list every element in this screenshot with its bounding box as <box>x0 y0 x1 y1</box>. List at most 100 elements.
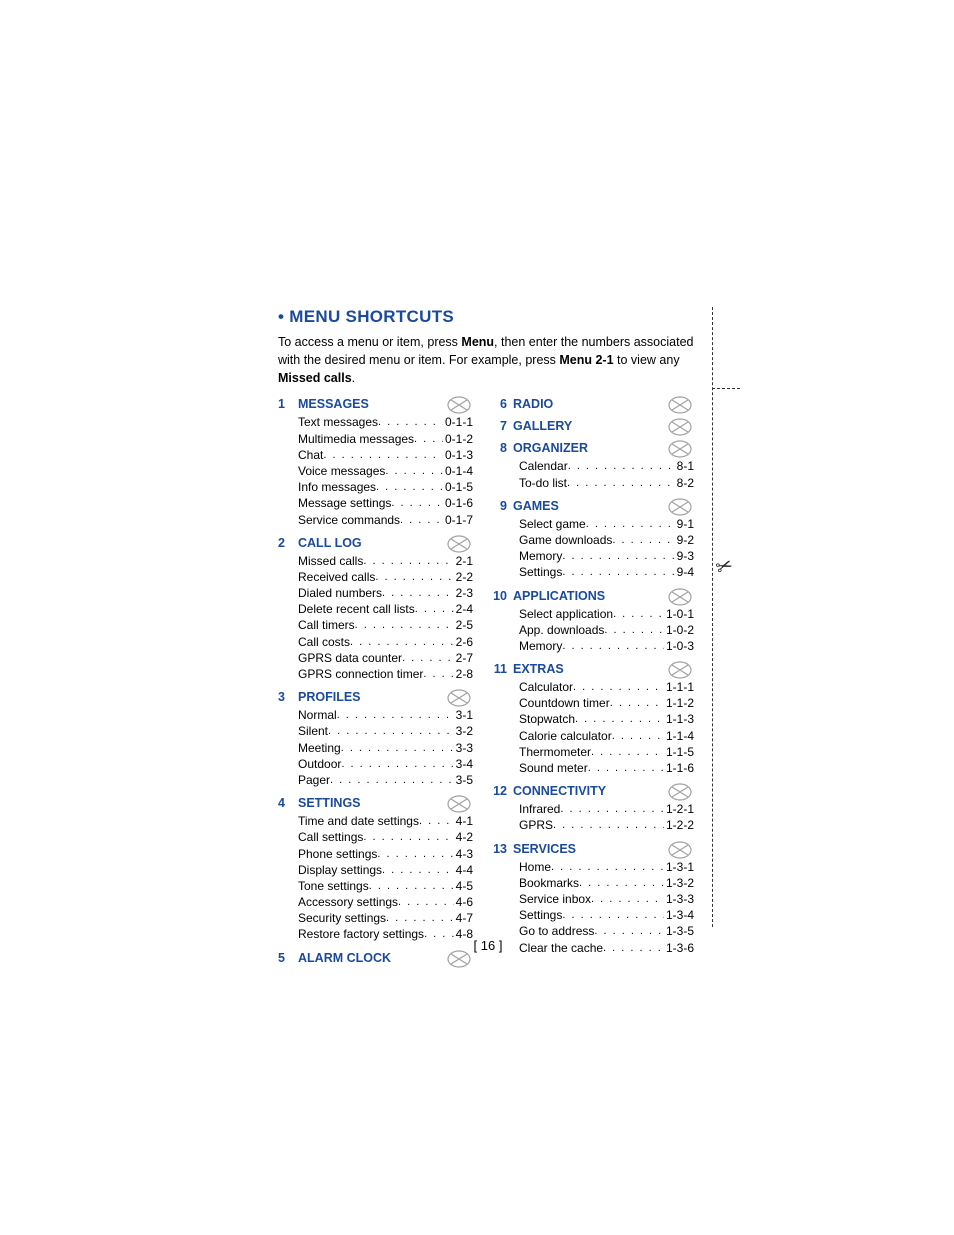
menu-item: Accessory settings4-6 <box>298 894 473 910</box>
item-label: Phone settings <box>298 846 377 862</box>
dot-leader <box>612 533 674 549</box>
item-label: Calorie calculator <box>519 728 612 744</box>
item-label: Select application <box>519 606 613 622</box>
menu-item: Display settings4-4 <box>298 862 473 878</box>
right-column: 6RADIO7GALLERY8ORGANIZERCalendar8-1To-do… <box>499 397 694 972</box>
section-number: 11 <box>493 662 513 676</box>
item-label: Select game <box>519 516 586 532</box>
item-code: 1-1-2 <box>664 695 694 711</box>
section-items: Normal3-1Silent3-2Meeting3-3Outdoor3-4Pa… <box>278 707 473 788</box>
menu-item: Chat 0-1-3 <box>298 447 473 463</box>
menu-item: Select game9-1 <box>519 516 694 532</box>
item-code: 0-1-3 <box>443 447 473 463</box>
section-header: 11EXTRAS <box>499 662 694 676</box>
call-log-icon <box>445 533 473 555</box>
dot-leader <box>562 565 674 581</box>
menu-section: 11EXTRAS Calculator1-1-1Countdown timer1-… <box>499 662 694 776</box>
dot-leader <box>376 480 443 496</box>
dot-leader <box>363 830 453 846</box>
dot-leader <box>612 729 664 745</box>
menu-section: 6RADIO <box>499 397 694 411</box>
menu-section: 8ORGANIZERCalendar8-1To-do list8-2 <box>499 441 694 490</box>
connectivity-icon <box>666 781 694 803</box>
item-code: 1-2-2 <box>664 817 694 833</box>
menu-item: Game downloads9-2 <box>519 532 694 548</box>
item-label: Info messages <box>298 479 376 495</box>
menu-item: Countdown timer1-1-2 <box>519 695 694 711</box>
menu-item: Calendar8-1 <box>519 458 694 474</box>
item-code: 9-4 <box>675 564 694 580</box>
item-label: Security settings <box>298 910 386 926</box>
item-code: 1-0-2 <box>664 622 694 638</box>
menu-section: 1MESSAGESText messages0-1-1Multimedia me… <box>278 397 473 527</box>
section-items: Select game9-1Game downloads9-2Memory9-3… <box>499 516 694 581</box>
gallery-icon <box>666 416 694 438</box>
menu-item: Pager3-5 <box>298 772 473 788</box>
menu-item: GPRS1-2-2 <box>519 817 694 833</box>
menu-section: 4SETTINGSTime and date settings4-1Call s… <box>278 796 473 943</box>
item-label: App. downloads <box>519 622 604 638</box>
item-code: 1-1-4 <box>664 728 694 744</box>
left-column: 1MESSAGESText messages0-1-1Multimedia me… <box>278 397 473 972</box>
section-header: 1MESSAGES <box>278 397 473 411</box>
dot-leader <box>391 496 443 512</box>
dot-leader <box>378 415 443 431</box>
item-code: 3-1 <box>454 707 473 723</box>
item-label: Text messages <box>298 414 378 430</box>
menu-item: Message settings0-1-6 <box>298 495 473 511</box>
dot-leader <box>560 802 664 818</box>
item-code: 9-2 <box>675 532 694 548</box>
item-code: 2-6 <box>454 634 473 650</box>
item-code: 8-1 <box>675 458 694 474</box>
item-label: Memory <box>519 548 562 564</box>
item-label: Service inbox <box>519 891 591 907</box>
section-number: 8 <box>493 441 513 455</box>
menu-item: Settings1-3-4 <box>519 907 694 923</box>
item-label: Missed calls <box>298 553 363 569</box>
menu-item: Infrared1-2-1 <box>519 801 694 817</box>
item-label: Multimedia messages <box>298 431 414 447</box>
dot-leader <box>562 549 674 565</box>
dot-leader <box>567 476 675 492</box>
item-label: Voice messages <box>298 463 385 479</box>
item-label: Meeting <box>298 740 341 756</box>
section-number: 12 <box>493 784 513 798</box>
item-label: Pager <box>298 772 330 788</box>
item-label: Normal <box>298 707 337 723</box>
item-code: 1-3-4 <box>664 907 694 923</box>
dot-leader <box>385 464 443 480</box>
menu-section: 10APPLICATIONSSelect application1-0-1App… <box>499 589 694 655</box>
extras-icon <box>666 659 694 681</box>
item-code: 0-1-5 <box>443 479 473 495</box>
section-items: Infrared1-2-1GPRS1-2-2 <box>499 801 694 833</box>
dot-leader <box>330 773 454 789</box>
item-code: 4-1 <box>454 813 473 829</box>
menu-section: 3PROFILESNormal3-1Silent3-2Meeting3-3Out… <box>278 690 473 788</box>
section-number: 7 <box>493 419 513 433</box>
section-header: 9GAMES <box>499 499 694 513</box>
item-code: 2-2 <box>454 569 473 585</box>
item-label: Bookmarks <box>519 875 579 891</box>
dot-leader <box>591 892 664 908</box>
dot-leader <box>423 667 453 683</box>
section-header: 7GALLERY <box>499 419 694 433</box>
scissors-icon: ✂ <box>712 552 736 581</box>
item-code: 1-1-3 <box>664 711 694 727</box>
item-label: Message settings <box>298 495 391 511</box>
dot-leader <box>419 814 454 830</box>
item-label: Tone settings <box>298 878 369 894</box>
item-code: 4-5 <box>454 878 473 894</box>
section-header: 4SETTINGS <box>278 796 473 810</box>
section-number: 3 <box>278 690 298 704</box>
item-code: 2-7 <box>454 650 473 666</box>
item-code: 0-1-7 <box>443 512 473 528</box>
games-icon <box>666 496 694 518</box>
item-code: 1-3-2 <box>664 875 694 891</box>
menu-item: Phone settings4-3 <box>298 846 473 862</box>
menu-item: Time and date settings4-1 <box>298 813 473 829</box>
section-items: Calculator1-1-1Countdown timer1-1-2Stopw… <box>499 679 694 776</box>
item-label: To-do list <box>519 475 567 491</box>
menu-item: Meeting3-3 <box>298 740 473 756</box>
menu-item: Tone settings 4-5 <box>298 878 473 894</box>
item-label: Chat <box>298 447 323 463</box>
